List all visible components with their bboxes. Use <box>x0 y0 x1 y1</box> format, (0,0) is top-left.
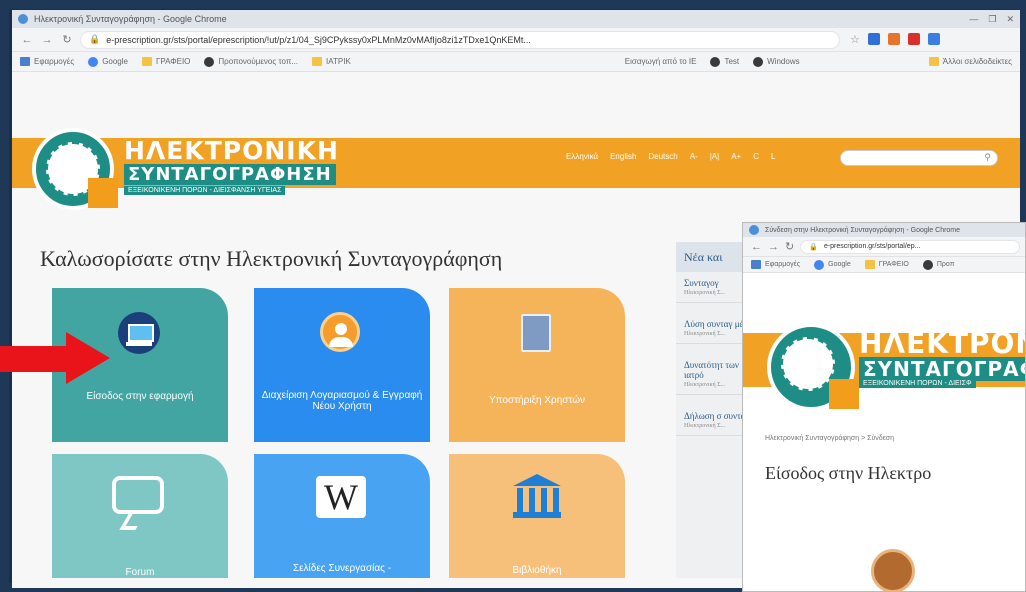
tile-label: Είσοδος στην εφαρμογή <box>86 391 194 402</box>
bookmark-link[interactable]: Windows <box>753 56 800 67</box>
logo-tagline: ΕΞΕΙΚΟΝΙΚΕΝΗ ΠΟΡΩΝ - ΔΙΕΙΣΦ <box>859 379 976 388</box>
search-icon[interactable]: ⚲ <box>984 152 991 163</box>
lang-greek-link[interactable]: Ελληνικά <box>566 152 598 161</box>
layout-link[interactable]: L <box>771 152 775 161</box>
user-icon <box>320 312 360 352</box>
logo-e-icon[interactable] <box>767 323 859 411</box>
font-normal-link[interactable]: |A| <box>710 152 720 161</box>
lang-english-link[interactable]: English <box>610 152 636 161</box>
bookmark-other[interactable]: Άλλοι σελιδοδείκτες <box>928 57 1012 66</box>
bookmark-link[interactable]: Προπονούμενος τοπ... <box>204 56 298 67</box>
welcome-heading: Καλωσορίσατε στην Ηλεκτρονική Συνταγογρά… <box>40 246 503 271</box>
close-icon[interactable]: ✕ <box>1006 14 1014 25</box>
logo-subtitle: ΣΥΝΤΑΓΟΓΡΑΦ <box>859 357 1025 381</box>
chat-icon <box>112 476 164 514</box>
bookmark-google[interactable]: Google <box>88 56 128 67</box>
forward-icon[interactable]: → <box>768 241 779 253</box>
breadcrumb[interactable]: Ηλεκτρονική Συνταγογράφηση > Σύνδεση <box>765 435 894 442</box>
chrome-icon <box>18 14 28 24</box>
minimize-icon[interactable]: — <box>969 14 978 25</box>
extension-icon-1[interactable] <box>867 33 880 45</box>
bookmarks-bar: Εφαρμογές Google ΓΡΑΦΕΙΟ Προπονούμενος τ… <box>12 52 1020 72</box>
extension-icon-2[interactable] <box>887 33 900 45</box>
url-field[interactable]: 🔒 e-prescription.gr/sts/portal/eprescrip… <box>80 30 840 49</box>
contrast-link[interactable]: C <box>753 152 759 161</box>
avatar <box>871 549 915 591</box>
font-small-link[interactable]: A- <box>690 152 698 161</box>
extension-icons: ☆ <box>850 33 940 46</box>
tile-label: Forum <box>125 567 155 578</box>
bookmark-link[interactable]: Εισαγωγή από το IE <box>625 57 697 66</box>
library-icon <box>513 474 561 518</box>
book-icon <box>521 314 551 352</box>
bookmark-link[interactable]: Προπ <box>922 259 955 270</box>
back-icon[interactable]: ← <box>751 241 762 253</box>
reload-icon[interactable]: ↻ <box>60 33 74 46</box>
url-text: e-prescription.gr/sts/portal/ep... <box>823 243 921 250</box>
tile-account[interactable]: Διαχείριση Λογαριασμού & Εγγραφή Νέου Χρ… <box>254 288 430 442</box>
bookmarks-bar: Εφαρμογές Google ΓΡΑΦΕΙΟ Προπ <box>743 257 1025 273</box>
header-links: Ελληνικά English Deutsch A- |A| A+ C L <box>566 152 775 161</box>
computer-icon <box>118 312 160 354</box>
tile-forum[interactable]: Forum <box>52 454 228 578</box>
page-title: Είσοδος στην Ηλεκτρο <box>765 463 932 483</box>
bookmark-apps[interactable]: Εφαρμογές <box>20 57 74 66</box>
star-icon[interactable]: ☆ <box>850 33 860 46</box>
reload-icon[interactable]: ↻ <box>785 240 794 253</box>
logo-title[interactable]: ΗΛΕΚΤΡΟΝΙΚΗ <box>124 136 339 165</box>
font-large-link[interactable]: A+ <box>731 152 741 161</box>
window-controls: — ❐ ✕ <box>969 14 1014 25</box>
tile-wiki[interactable]: W Σελίδες Συνεργασίας - <box>254 454 430 578</box>
maximize-icon[interactable]: ❐ <box>988 14 996 25</box>
lang-german-link[interactable]: Deutsch <box>648 152 677 161</box>
red-arrow-annotation <box>0 332 112 384</box>
chrome-icon <box>749 225 759 235</box>
bookmark-folder[interactable]: ΓΡΑΦΕΙΟ <box>864 260 909 269</box>
tile-label: Βιβλιοθήκη <box>512 565 562 576</box>
tile-label: Υποστήριξη Χρηστών <box>488 395 586 406</box>
bookmark-link[interactable]: Test <box>710 56 739 67</box>
tile-label: Σελίδες Συνεργασίας - <box>292 563 392 574</box>
login-browser-window: Σύνδεση στην Ηλεκτρονική Συνταγογράφηση … <box>742 222 1026 592</box>
url-text: e-prescription.gr/sts/portal/eprescripti… <box>106 34 531 45</box>
bookmark-google[interactable]: Google <box>814 259 851 270</box>
tile-label: Διαχείριση Λογαριασμού & Εγγραφή Νέου Χρ… <box>261 390 423 412</box>
window-title: Ηλεκτρονική Συνταγογράφηση - Google Chro… <box>34 14 227 24</box>
lock-icon: 🔒 <box>89 34 101 44</box>
window-titlebar: Σύνδεση στην Ηλεκτρονική Συνταγογράφηση … <box>743 223 1025 237</box>
bookmark-apps[interactable]: Εφαρμογές <box>751 260 800 269</box>
logo-e-icon[interactable] <box>32 128 118 210</box>
back-icon[interactable]: ← <box>20 34 34 46</box>
tile-support[interactable]: Υποστήριξη Χρηστών <box>449 288 625 442</box>
logo-tagline: ΕΞΕΙΚΟΝΙΚΕΝΗ ΠΟΡΩΝ - ΔΙΕΙΣΦΑΝΣΗ ΥΓΕΙΑΣ <box>124 186 286 195</box>
tile-library[interactable]: Βιβλιοθήκη <box>449 454 625 578</box>
address-bar: ← → ↻ 🔒 e-prescription.gr/sts/portal/ep.… <box>743 237 1025 257</box>
window-title: Σύνδεση στην Ηλεκτρονική Συνταγογράφηση … <box>765 226 961 234</box>
logo-subtitle: ΣΥΝΤΑΓΟΓΡΑΦΗΣΗ <box>124 164 336 185</box>
lock-icon: 🔒 <box>809 243 818 251</box>
window-titlebar: Ηλεκτρονική Συνταγογράφηση - Google Chro… <box>12 10 1020 28</box>
url-field[interactable]: 🔒 e-prescription.gr/sts/portal/ep... <box>800 239 1021 254</box>
extension-icon-3[interactable] <box>907 33 920 45</box>
address-bar: ← → ↻ 🔒 e-prescription.gr/sts/portal/epr… <box>12 28 1020 52</box>
bookmark-folder[interactable]: ΓΡΑΦΕΙΟ <box>141 57 190 66</box>
forward-icon[interactable]: → <box>40 34 54 46</box>
bookmark-folder[interactable]: ΙΑΤΡΙΚ <box>312 57 351 66</box>
site-search-input[interactable]: ⚲ <box>840 150 998 166</box>
extension-icon-4[interactable] <box>927 33 940 45</box>
logo-title[interactable]: ΗΛΕΚΤΡΟΝ <box>859 327 1025 360</box>
wikipedia-icon: W <box>316 476 366 518</box>
